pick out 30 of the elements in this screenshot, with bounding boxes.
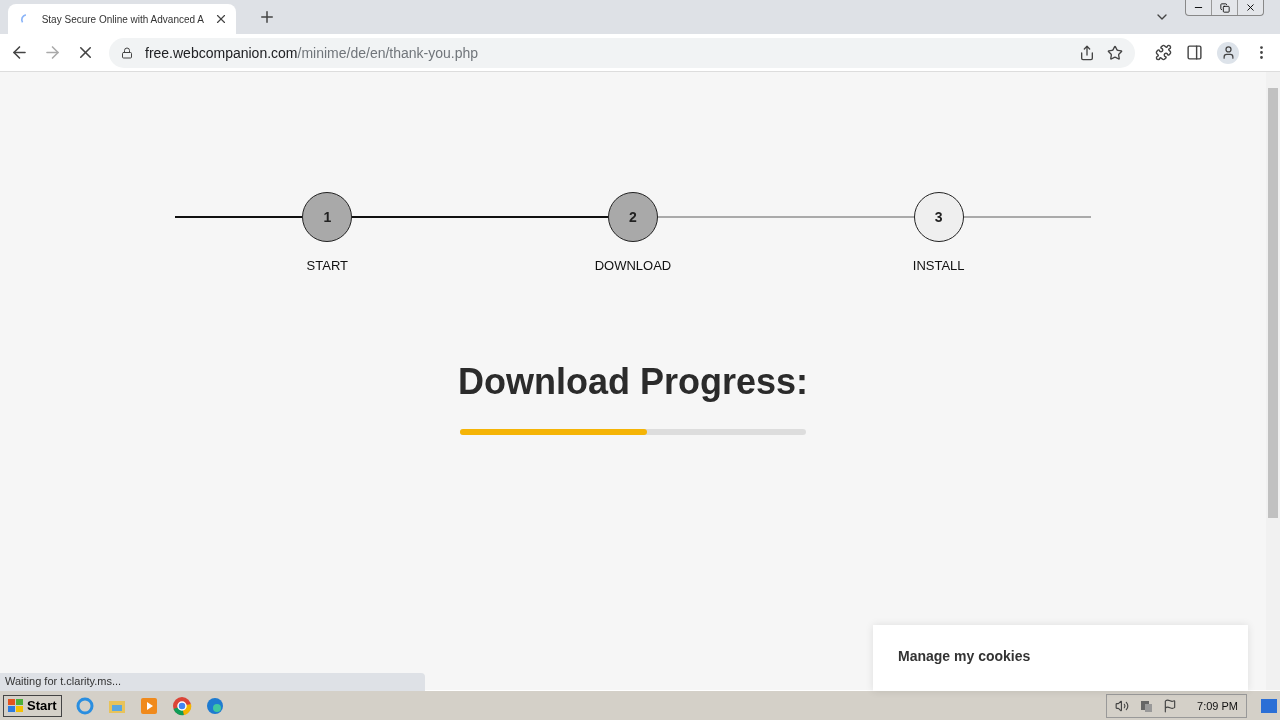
bookmark-star-icon[interactable] — [1107, 44, 1123, 61]
clock-time: 7:09 PM — [1197, 699, 1238, 712]
address-bar[interactable]: free.webcompanion.com/minime/de/en/thank-you.php — [109, 37, 1135, 68]
share-icon[interactable] — [1079, 44, 1095, 61]
browser-tab[interactable]: Stay Secure Online with Advanced A — [8, 4, 236, 34]
new-tab-icon[interactable] — [258, 8, 276, 26]
flag-icon[interactable] — [1163, 698, 1178, 713]
volume-icon[interactable] — [1115, 698, 1130, 713]
side-panel-icon[interactable] — [1186, 44, 1203, 61]
step-circle: 1 — [302, 192, 353, 242]
back-icon[interactable] — [10, 43, 29, 62]
scrollbar[interactable] — [1266, 72, 1280, 690]
profile-icon[interactable] — [1217, 41, 1239, 64]
step-label: DOWNLOAD — [594, 258, 672, 273]
step-label: START — [306, 258, 349, 273]
lock-icon — [121, 46, 133, 59]
cookie-panel-title: Manage my cookies — [898, 648, 1031, 664]
progress-title: Download Progress: — [457, 361, 809, 403]
status-bubble: Waiting for t.clarity.ms... — [0, 673, 425, 691]
step-circle: 3 — [913, 192, 964, 242]
windows-logo-icon — [8, 698, 24, 713]
url-text: free.webcompanion.com/minime/de/en/thank-you.php — [145, 44, 480, 61]
extensions-icon[interactable] — [1155, 44, 1172, 61]
show-desktop-icon[interactable] — [1261, 698, 1277, 713]
close-tab-icon[interactable] — [214, 12, 228, 26]
start-button[interactable]: Start — [3, 694, 62, 717]
chrome-icon[interactable] — [171, 695, 192, 716]
step-label: INSTALL — [912, 258, 965, 273]
tab-title: Stay Secure Online with Advanced A — [41, 13, 204, 25]
step-circle: 2 — [608, 192, 658, 242]
